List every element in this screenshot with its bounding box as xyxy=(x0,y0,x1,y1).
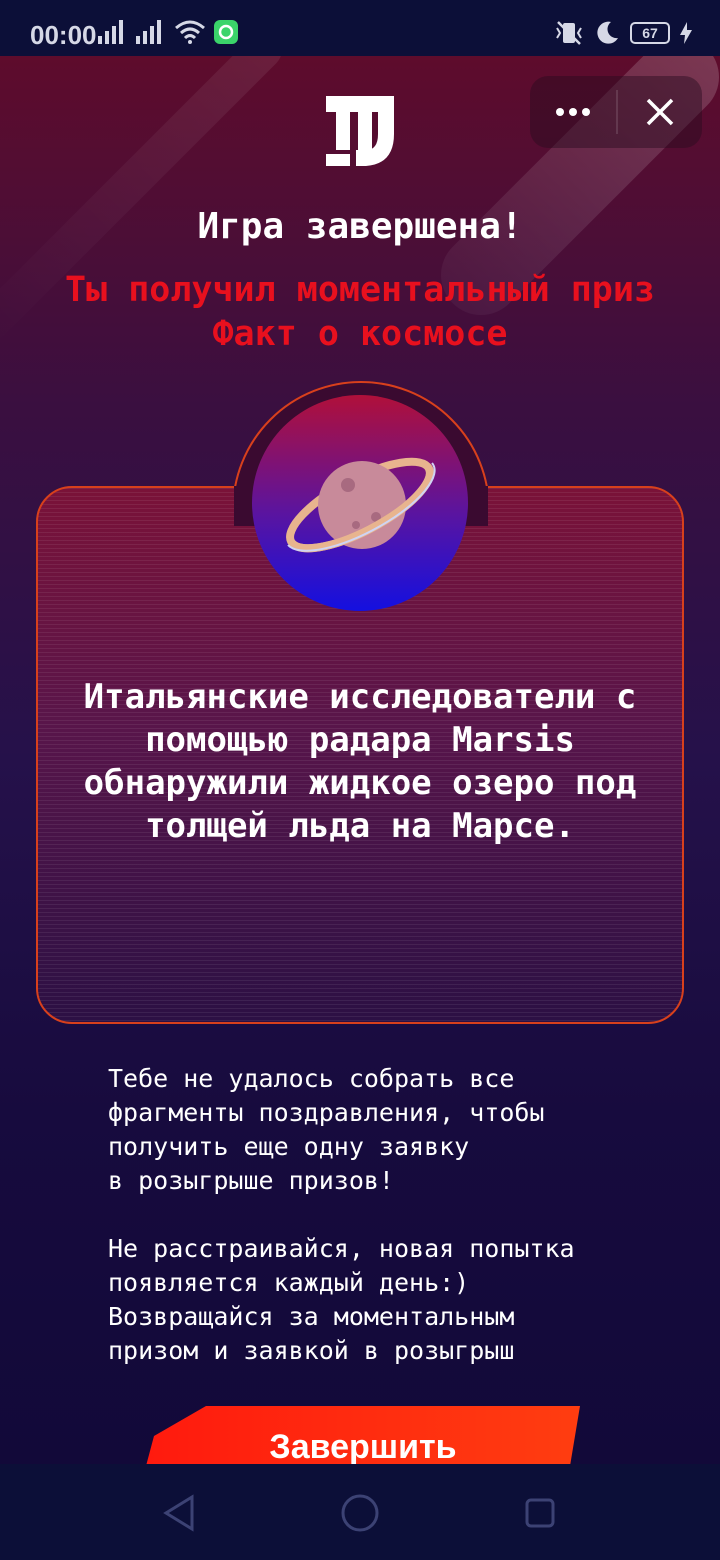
game-result-screen: Игра завершена! Ты получил моментальный … xyxy=(0,56,720,1464)
status-bar: 00:00 67 xyxy=(0,0,720,56)
window-controls xyxy=(530,76,702,148)
planet-icon xyxy=(286,457,436,553)
status-time: 00:00 xyxy=(30,20,97,50)
subtitle-line: Факт о космосе xyxy=(212,314,508,354)
close-icon xyxy=(646,98,674,126)
more-icon xyxy=(556,108,590,116)
page-title: Игра завершена! xyxy=(197,206,523,247)
close-button[interactable] xyxy=(618,76,702,148)
signal-icon xyxy=(136,20,161,44)
wifi-icon xyxy=(175,20,205,44)
magnit-logo xyxy=(326,96,394,166)
navigation-bar xyxy=(0,1464,720,1560)
subtitle-line: Ты получил моментальный приз xyxy=(64,270,655,310)
nav-recents-button[interactable] xyxy=(515,1488,565,1538)
signal-icon xyxy=(98,20,123,44)
nav-back-button[interactable] xyxy=(154,1488,204,1538)
home-icon xyxy=(341,1494,379,1532)
planet-badge xyxy=(252,395,468,611)
fact-text: Итальянские исследователи с помощью рада… xyxy=(83,677,637,846)
app-notification-icon xyxy=(214,20,238,44)
more-button[interactable] xyxy=(530,76,616,148)
recents-icon xyxy=(525,1498,555,1528)
battery-icon: 67 xyxy=(630,22,670,44)
info-text: Тебе не удалось собрать все фрагменты по… xyxy=(108,1064,545,1195)
vibrate-off-icon xyxy=(556,21,582,45)
finish-button-label[interactable]: Завершить xyxy=(146,1428,580,1464)
back-icon xyxy=(163,1494,194,1532)
nav-home-button[interactable] xyxy=(335,1488,385,1538)
prize-subtitle: Ты получил моментальный приз Факт о косм… xyxy=(0,268,720,356)
moon-icon xyxy=(597,21,618,44)
info-text: Не расстраивайся, новая попытка появляет… xyxy=(108,1234,575,1365)
charging-icon xyxy=(680,22,692,44)
